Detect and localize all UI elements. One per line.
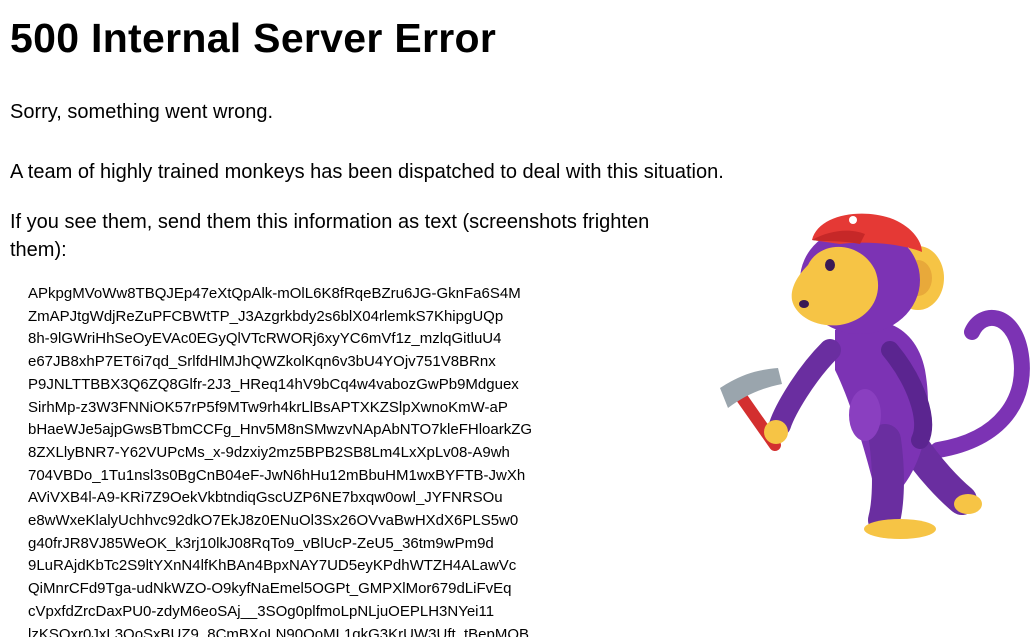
debug-line: 8h-9lGWriHhSeOyEVAc0EGyQlVTcRWORj6xyYC6m… — [28, 330, 502, 348]
debug-line: 9LuRAjdKbTc2S9ltYXnN4lfKhBAn4BpxNAY7UD5e… — [28, 557, 517, 575]
debug-line: e8wWxeKlalyUchhvc92dkO7EkJ8z0ENuOl3Sx26O… — [28, 512, 519, 530]
debug-info-block[interactable]: APkpgMVoWw8TBQJEp47eXtQpAlk-mOlL6K8fRqeB… — [28, 283, 532, 637]
page-title: 500 Internal Server Error — [10, 15, 497, 61]
debug-line: g40frJR8VJ85WeOK_k3rj10lkJ08RqTo9_vBlUcP… — [28, 534, 494, 552]
team-note: A team of highly trained monkeys has bee… — [10, 161, 724, 183]
debug-line: P9JNLTTBBX3Q6ZQ8Glfr-2J3_HReq14hV9bCq4w4… — [28, 375, 519, 393]
debug-line: QiMnrCFd9Tga-udNkWZO-O9kyfNaEmel5OGPt_GM… — [28, 580, 512, 598]
monkey-with-hammer-icon — [720, 213, 1030, 539]
debug-line: ZmAPJtgWdjReZuPFCBWtTP_J3Azgrkbdy2s6blX0… — [28, 307, 504, 325]
debug-line: AViVXB4l-A9-KRi7Z9OekVkbtndiqGscUZP6NE7b… — [28, 489, 503, 507]
error-page: 500 Internal Server Error Sorry, somethi… — [0, 0, 1036, 637]
error-message: Sorry, something went wrong. — [10, 101, 274, 123]
debug-line: 704VBDo_1Tu1nsl3s0BgCnB04eF-JwN6hHu12mBb… — [28, 466, 526, 484]
debug-line: APkpgMVoWw8TBQJEp47eXtQpAlk-mOlL6K8fRqeB… — [28, 285, 521, 302]
debug-line: e67JB8xhP7ET6i7qd_SrlfdHlMJhQWZkolKqn6v3… — [28, 353, 496, 371]
debug-line: SirhMp-z3W3FNNiOK57rP5f9MTw9rh4krLlBsAPT… — [28, 398, 508, 416]
instructions-text: If you see them, send them this informat… — [10, 211, 650, 261]
debug-line: 8ZXLlyBNR7-Y62VUPcMs_x-9dzxiy2mz5BPB2SB8… — [28, 443, 510, 461]
debug-line: cVpxfdZrcDaxPU0-zdyM6eoSAj__3SOg0plfmoLp… — [28, 602, 495, 620]
debug-line: lzKSOxr0JxL3QoSxBUZ9_8CmBXoLN90OoML1qkG3… — [28, 625, 530, 637]
debug-line: bHaeWJe5ajpGwsBTbmCCFg_Hnv5M8nSMwzvNApAb… — [28, 421, 533, 439]
